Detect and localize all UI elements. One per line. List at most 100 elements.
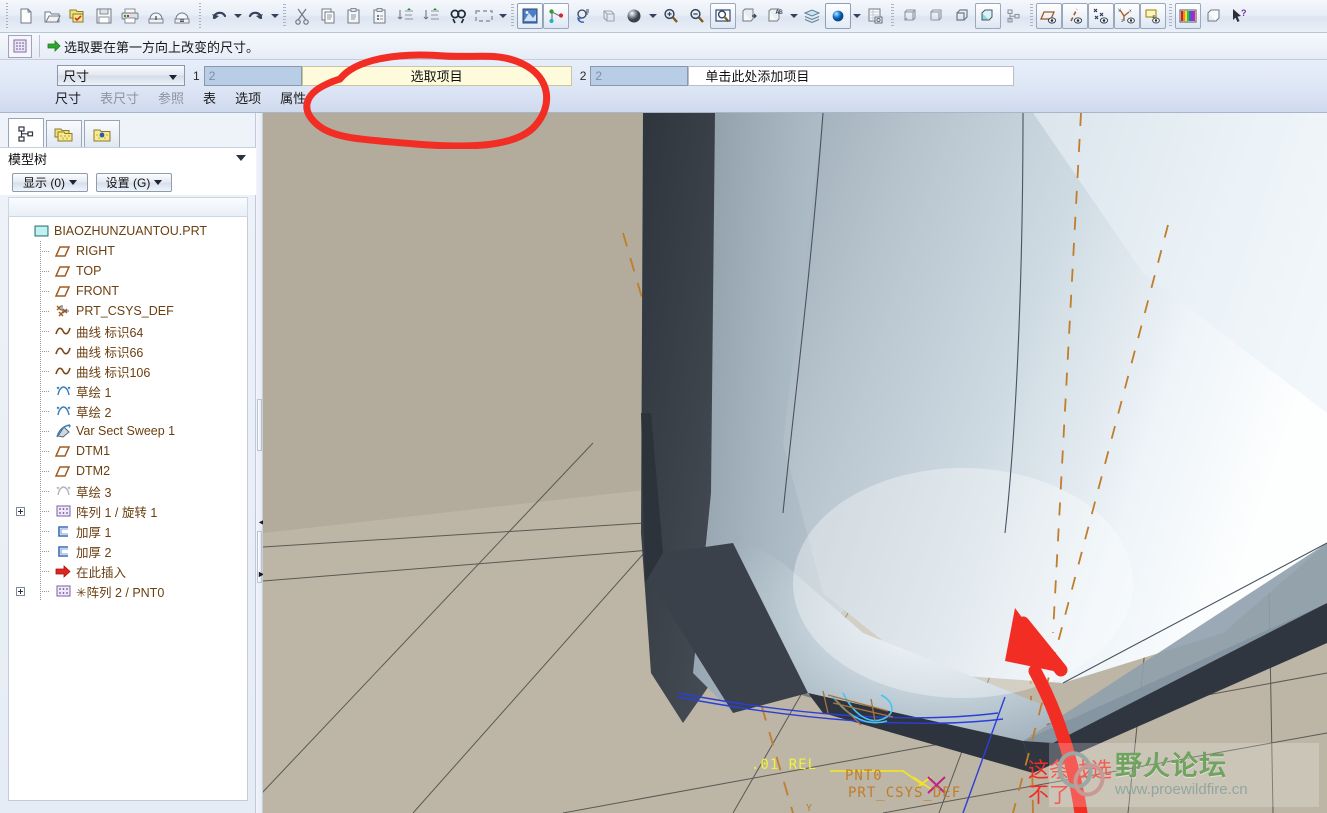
regenerate-icon[interactable] <box>393 3 419 29</box>
tree-row-4[interactable]: PRT_CSYS_DEF <box>9 301 247 321</box>
save-icon[interactable] <box>91 3 117 29</box>
chevron-down-icon[interactable] <box>236 155 246 161</box>
no-hidden-icon[interactable] <box>949 3 975 29</box>
tab-properties[interactable]: 属性 <box>280 88 306 107</box>
toolbar-grip-edit[interactable] <box>197 3 204 29</box>
zoom-out-icon[interactable] <box>684 3 710 29</box>
tree-row-5[interactable]: 曲线 标识64 <box>9 321 247 341</box>
color-appearance-dropdown-icon[interactable] <box>851 3 862 29</box>
repaint-icon[interactable] <box>517 3 543 29</box>
favorites-tab[interactable] <box>84 120 120 148</box>
tree-guide-line <box>31 381 53 401</box>
message-log-icon[interactable] <box>8 34 32 58</box>
send-link-icon[interactable] <box>169 3 195 29</box>
cube-icon[interactable] <box>1201 3 1227 29</box>
paste-icon[interactable] <box>341 3 367 29</box>
tree-expander[interactable] <box>9 581 31 601</box>
tab-options[interactable]: 选项 <box>235 88 261 107</box>
copy-icon[interactable] <box>315 3 341 29</box>
graphics-viewport[interactable]: .01 REL PNT0 PRT_CSYS_DEF Y X 这条线选 不了 野火… <box>263 113 1327 813</box>
select-item-collector[interactable]: 选取项目 <box>301 65 572 86</box>
new-file-icon[interactable] <box>13 3 39 29</box>
tree-row-2[interactable]: TOP <box>9 261 247 281</box>
tab-reference[interactable]: 参照 <box>158 88 184 107</box>
plus-icon[interactable] <box>15 586 25 596</box>
tree-row-13[interactable]: 草绘 3 <box>9 481 247 501</box>
tree-row-17[interactable]: 在此插入 <box>9 561 247 581</box>
tree-row-11[interactable]: DTM1 <box>9 441 247 461</box>
select-box-icon[interactable] <box>471 3 497 29</box>
hidden-line-icon[interactable] <box>923 3 949 29</box>
tree-row-16[interactable]: 加厚 2 <box>9 541 247 561</box>
folder-browser-tab[interactable] <box>46 120 82 148</box>
model-tree-tab[interactable] <box>8 118 44 148</box>
splitter-handle-top[interactable] <box>257 399 262 451</box>
undo-icon[interactable] <box>206 3 232 29</box>
saved-views-icon[interactable] <box>621 3 647 29</box>
show-button[interactable]: 显示 (0) <box>12 172 88 192</box>
tree-row-1[interactable]: RIGHT <box>9 241 247 261</box>
point-label: PNT0 <box>845 768 883 784</box>
color-appearance-icon[interactable] <box>825 3 851 29</box>
annotation-display-dropdown-icon[interactable] <box>788 3 799 29</box>
open-file-icon[interactable] <box>39 3 65 29</box>
redo-dropdown-icon[interactable] <box>269 3 280 29</box>
color-spectrum-icon[interactable] <box>1175 3 1201 29</box>
orient-mode-icon[interactable] <box>569 3 595 29</box>
navigator-splitter[interactable]: ◄ ► <box>256 113 266 813</box>
set-working-directory-icon[interactable] <box>65 3 91 29</box>
cut-icon[interactable] <box>289 3 315 29</box>
saved-views-dropdown-icon[interactable] <box>647 3 658 29</box>
tree-row-18[interactable]: ✳阵列 2 / PNT0 <box>9 581 247 601</box>
tree-row-3[interactable]: FRONT <box>9 281 247 301</box>
datum-point-display-icon[interactable] <box>1088 3 1114 29</box>
tab-table-dimension[interactable]: 表尺寸 <box>100 88 139 107</box>
model-tree-icon[interactable] <box>1001 3 1027 29</box>
tree-row-6[interactable]: 曲线 标识66 <box>9 341 247 361</box>
help-cursor-icon[interactable]: ? <box>1227 3 1253 29</box>
refit-icon[interactable] <box>710 3 736 29</box>
view-manager-icon[interactable] <box>736 3 762 29</box>
datum-axis-display-icon[interactable] <box>1062 3 1088 29</box>
tree-row-15[interactable]: 加厚 1 <box>9 521 247 541</box>
regenerate-manual-icon[interactable] <box>419 3 445 29</box>
dimension-value-field-2[interactable]: 2 <box>590 65 689 86</box>
add-item-field[interactable]: 单击此处添加项目 <box>688 65 1015 86</box>
redo-icon[interactable] <box>243 3 269 29</box>
spin-center-icon[interactable] <box>543 3 569 29</box>
undo-dropdown-icon[interactable] <box>232 3 243 29</box>
wireframe-icon[interactable] <box>897 3 923 29</box>
select-box-dropdown-icon[interactable] <box>497 3 508 29</box>
annotation-plane-icon[interactable]: z <box>1140 3 1166 29</box>
tree-row-14[interactable]: 阵列 1 / 旋转 1 <box>9 501 247 521</box>
settings-button[interactable]: 设置 (G) <box>96 172 172 192</box>
send-mail-icon[interactable] <box>143 3 169 29</box>
tree-row-8[interactable]: 草绘 1 <box>9 381 247 401</box>
tree-row-label: TOP <box>76 264 102 278</box>
datum-plane-display-icon[interactable] <box>1036 3 1062 29</box>
layers-icon[interactable] <box>799 3 825 29</box>
dimension-value-field-1[interactable]: 2 <box>203 65 302 86</box>
toolbar-grip-file[interactable] <box>4 3 11 29</box>
tab-table[interactable]: 表 <box>203 88 216 107</box>
find-icon[interactable] <box>445 3 471 29</box>
tree-row-7[interactable]: 曲线 标识106 <box>9 361 247 381</box>
tree-expander[interactable] <box>9 501 31 521</box>
tree-row-10[interactable]: Var Sect Sweep 1 <box>9 421 247 441</box>
tab-dimension[interactable]: 尺寸 <box>55 88 81 107</box>
tree-row-12[interactable]: DTM2 <box>9 461 247 481</box>
reorient-icon[interactable] <box>595 3 621 29</box>
annotation-display-icon[interactable]: AB <box>762 3 788 29</box>
paste-special-icon[interactable] <box>367 3 393 29</box>
dimension-type-dropdown[interactable]: 尺寸 <box>57 65 185 86</box>
zoom-in-icon[interactable] <box>658 3 684 29</box>
datum-csys-display-icon[interactable]: y xz <box>1114 3 1140 29</box>
tree-row-9[interactable]: 草绘 2 <box>9 401 247 421</box>
print-icon[interactable] <box>117 3 143 29</box>
render-setup-icon[interactable] <box>862 3 888 29</box>
shading-icon[interactable] <box>975 3 1001 29</box>
model-tree[interactable]: BIAOZHUNZUANTOU.PRT RIGHT TOP FRONT PRT_CSYS… <box>8 217 248 801</box>
tree-row-0[interactable]: BIAOZHUNZUANTOU.PRT <box>9 221 247 241</box>
plus-icon[interactable] <box>15 506 25 516</box>
